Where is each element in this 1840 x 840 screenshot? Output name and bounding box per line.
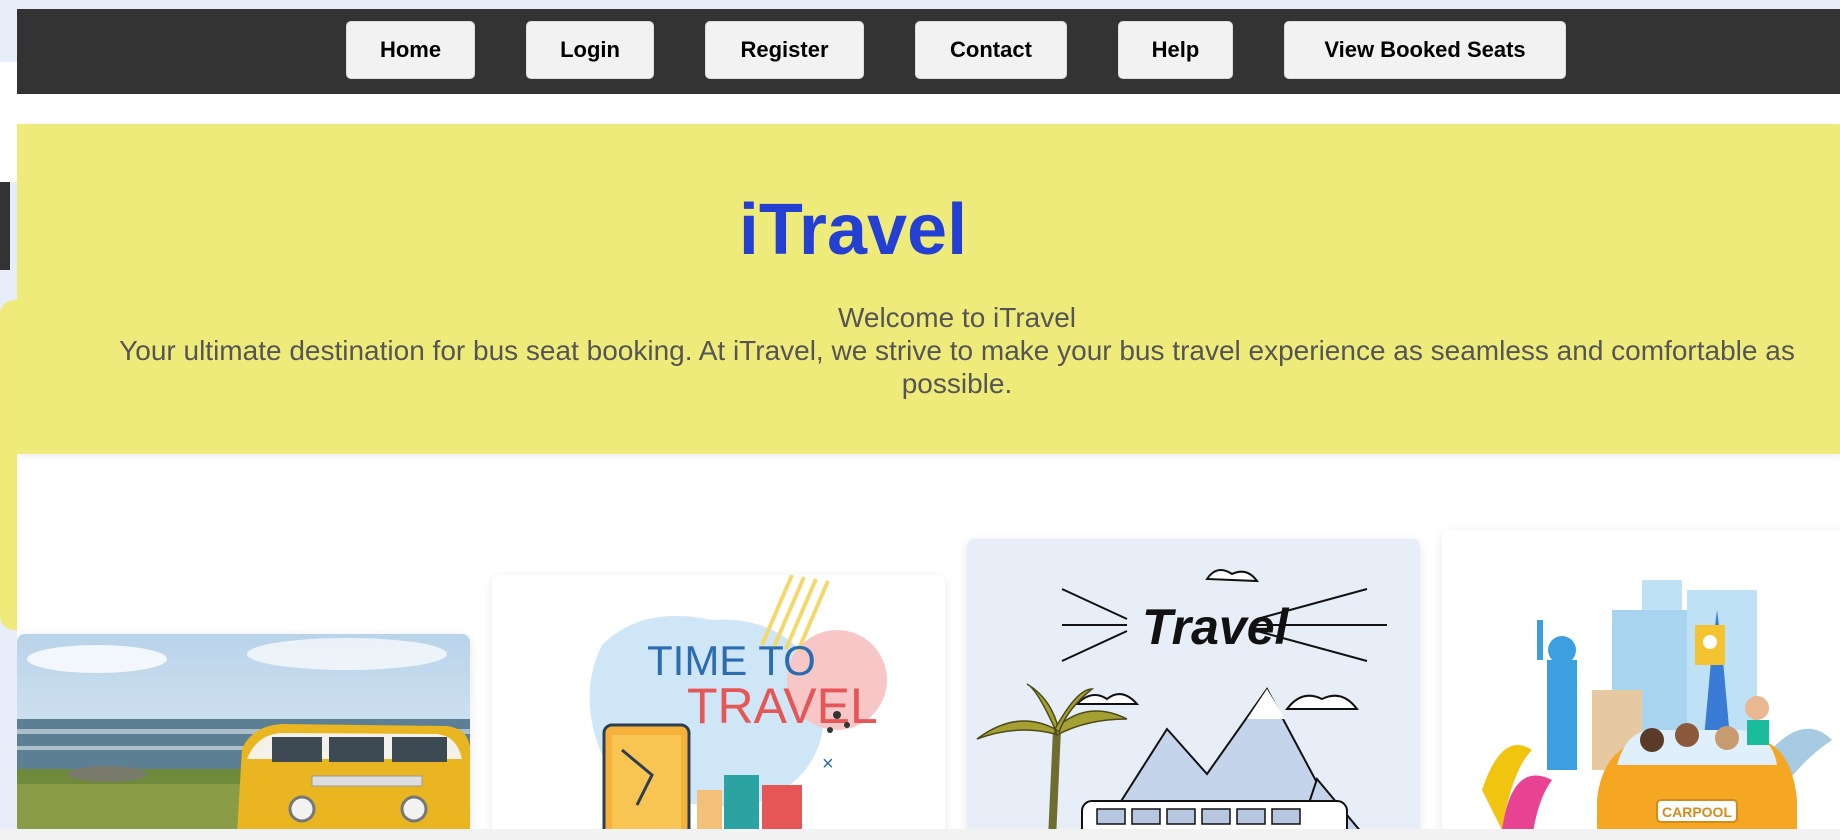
gallery-card-travel-bus[interactable]: Travel (967, 539, 1420, 829)
background-element (0, 182, 10, 270)
nav-login-button[interactable]: Login (526, 21, 654, 79)
carpool-landmarks-illustration: CARPOOL (1442, 530, 1840, 829)
card-text-travel-title: Travel (1142, 599, 1290, 655)
hero-description: Welcome to iTravel Your ultimate destina… (77, 301, 1837, 400)
yellow-van-beach-image (17, 634, 470, 829)
background-element (0, 300, 17, 630)
nav-help-button[interactable]: Help (1118, 21, 1233, 79)
nav-home-button[interactable]: Home (346, 21, 475, 79)
tagline-text: Your ultimate destination for bus seat b… (119, 335, 1795, 399)
gallery-card-van[interactable] (17, 634, 470, 829)
svg-text:×: × (822, 753, 834, 775)
page-footer-strip (0, 829, 1840, 840)
card-text-time-to: TIME TO (647, 637, 816, 684)
travel-bus-mountains-illustration: Travel (967, 539, 1420, 829)
site-title: iTravel (738, 190, 968, 270)
nav-view-booked-seats-button[interactable]: View Booked Seats (1284, 21, 1566, 79)
nav-contact-button[interactable]: Contact (915, 21, 1067, 79)
gallery-card-time-to-travel[interactable]: TIME TO TRAVEL × (492, 575, 945, 829)
card-text-carpool: CARPOOL (1662, 804, 1732, 820)
time-to-travel-illustration: TIME TO TRAVEL × (492, 575, 945, 829)
page-edge (0, 62, 17, 182)
hero-banner: iTravel Welcome to iTravel Your ultimate… (17, 124, 1840, 454)
top-nav: Home Login Register Contact Help View Bo… (17, 9, 1840, 94)
page: Home Login Register Contact Help View Bo… (17, 9, 1840, 829)
nav-register-button[interactable]: Register (705, 21, 864, 79)
welcome-text: Welcome to iTravel (837, 302, 1077, 333)
gallery-card-carpool[interactable]: CARPOOL (1442, 530, 1840, 829)
